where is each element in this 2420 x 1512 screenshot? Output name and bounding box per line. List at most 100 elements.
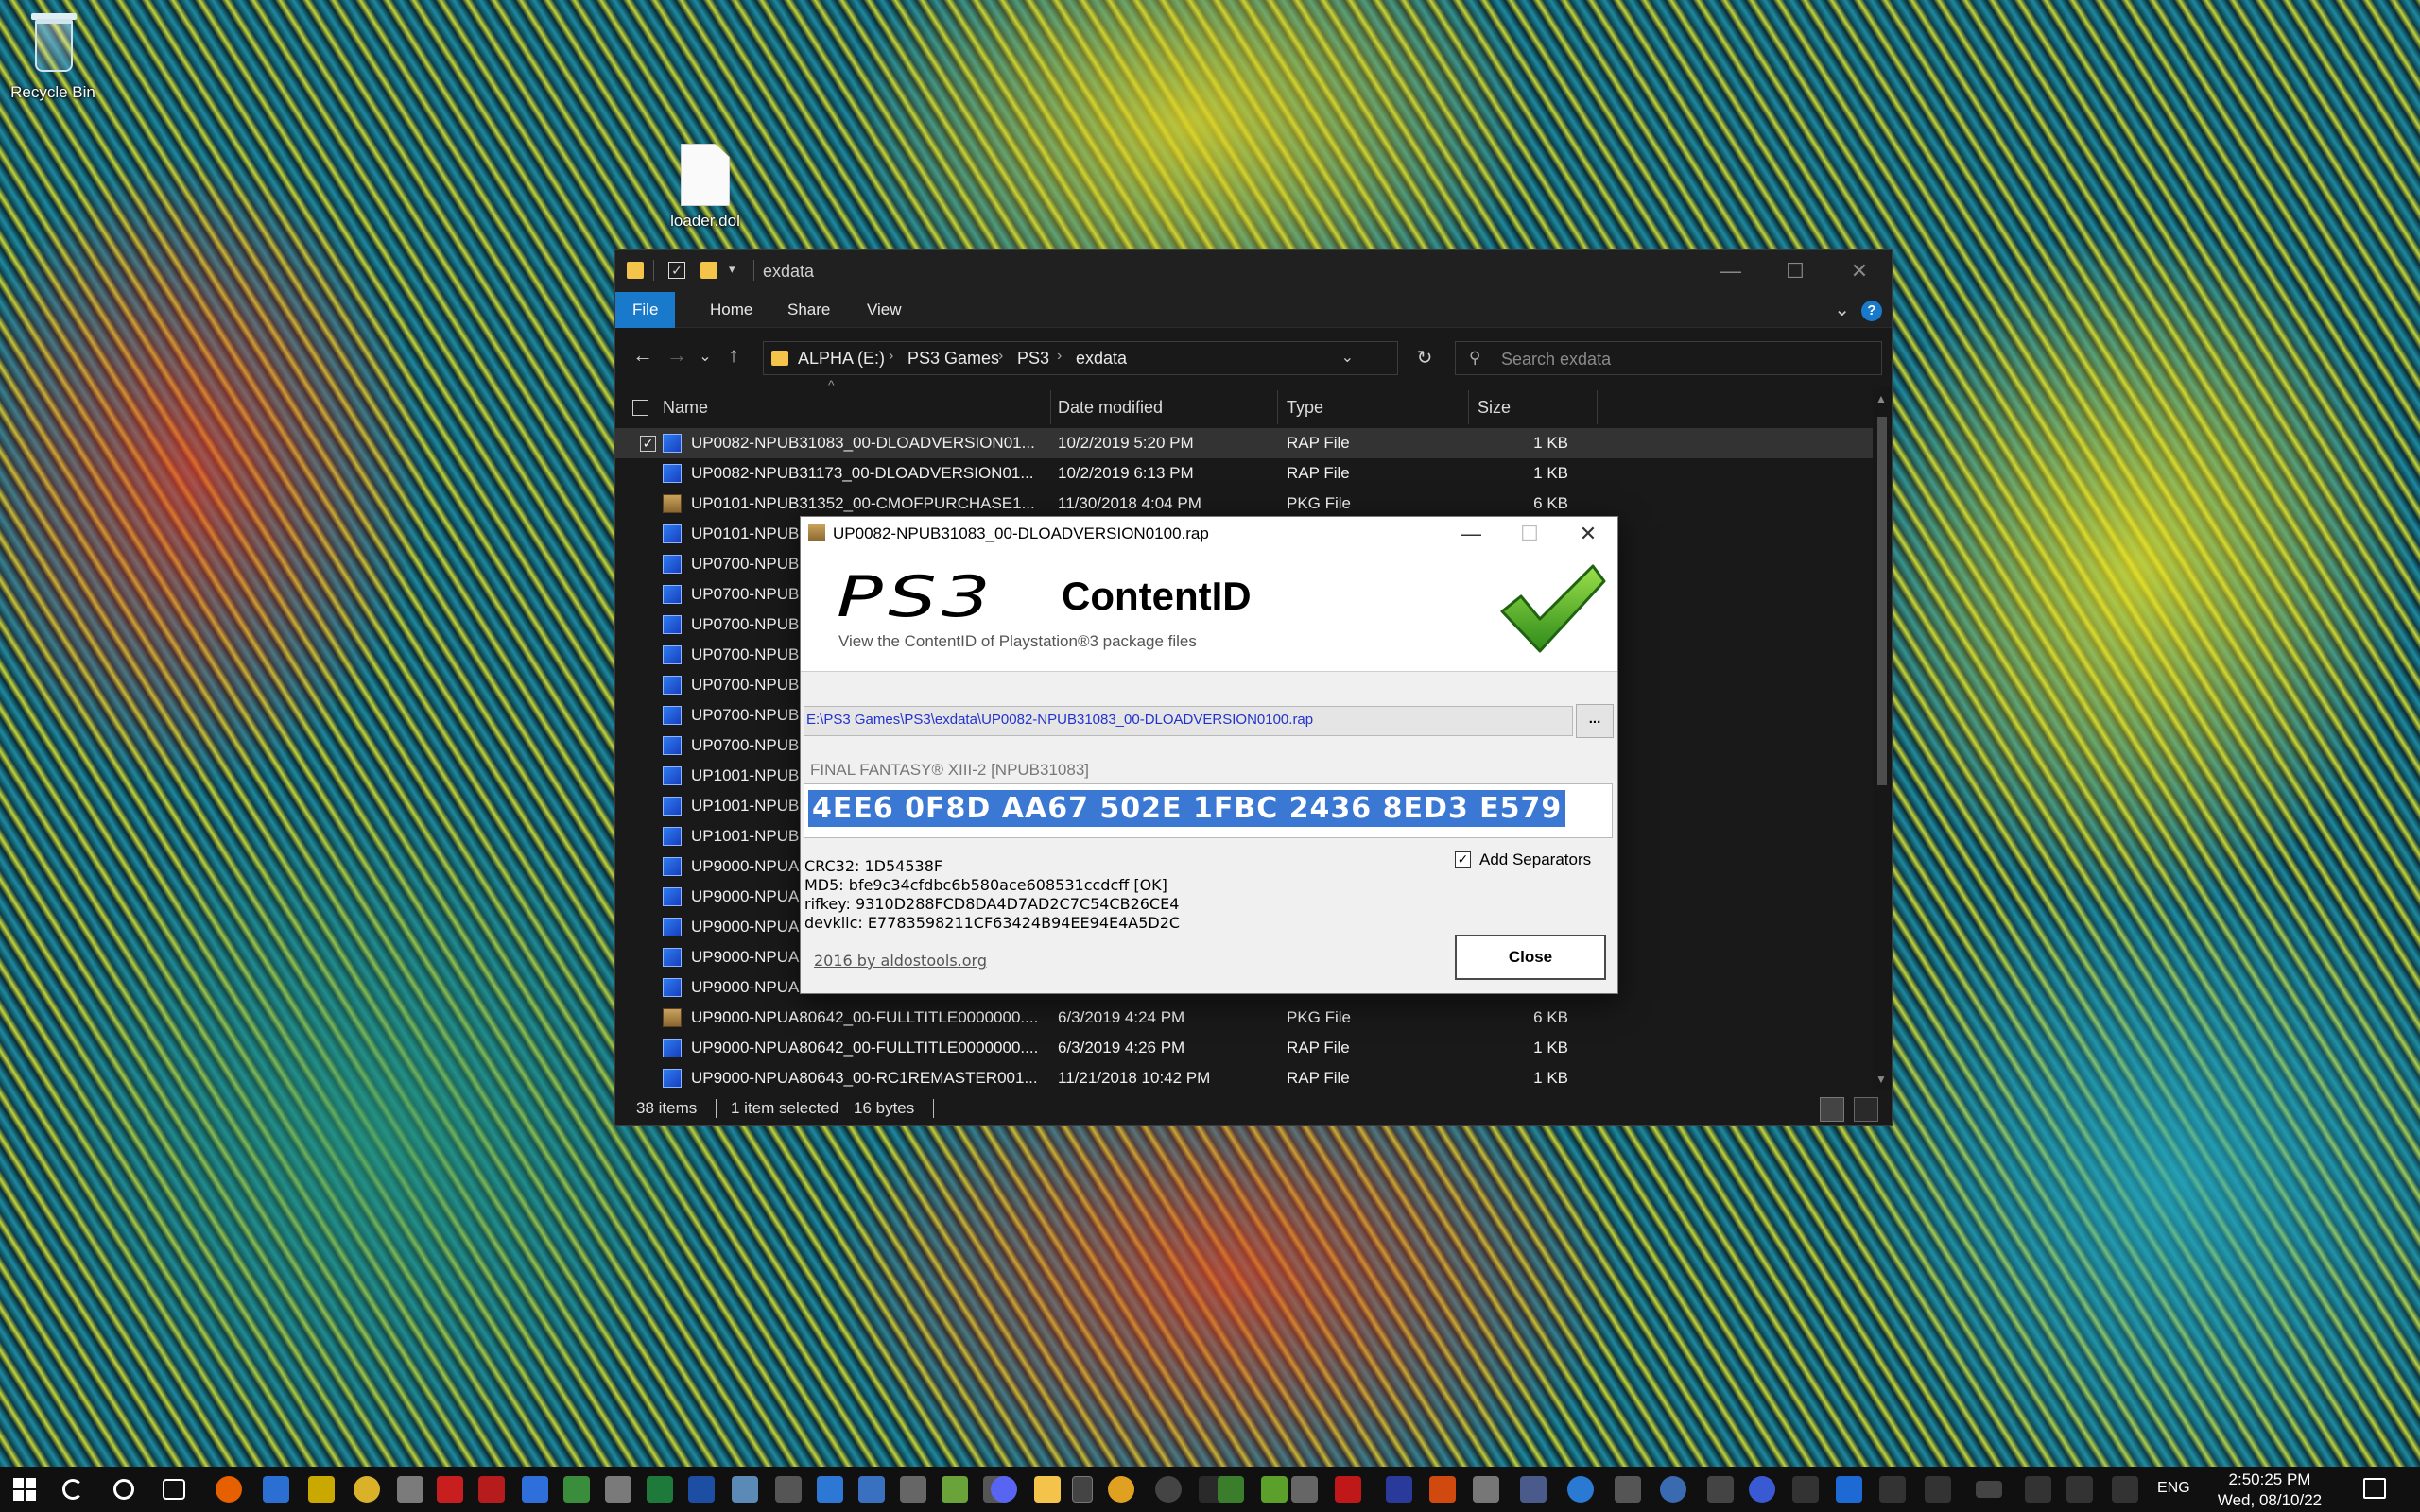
calculator-icon[interactable] [817, 1476, 843, 1503]
row-checkbox[interactable] [640, 557, 656, 573]
close-window-button[interactable]: ✕ [1559, 517, 1617, 551]
maximize-button[interactable]: ☐ [1763, 250, 1827, 292]
app-icon[interactable] [1429, 1476, 1456, 1503]
row-checkbox[interactable] [640, 678, 656, 694]
row-checkbox[interactable] [640, 496, 656, 512]
cortana-icon[interactable] [113, 1479, 134, 1500]
add-separators-checkbox[interactable]: ✓ [1455, 851, 1471, 868]
breadcrumb-ps3[interactable]: PS3 [1017, 349, 1049, 369]
column-date-modified[interactable]: Date modified [1058, 387, 1163, 428]
file-row[interactable]: UP0082-NPUB31173_00-DLOADVERSION01... 10/… [615, 458, 1875, 489]
large-icons-view-icon[interactable] [1854, 1097, 1878, 1122]
app-icon[interactable] [858, 1476, 885, 1503]
app-icon[interactable] [1925, 1476, 1951, 1503]
vertical-scrollbar[interactable]: ▲ ▼ [1873, 387, 1892, 1090]
app-icon[interactable] [1615, 1476, 1641, 1503]
app-icon[interactable] [1155, 1476, 1182, 1503]
app-icon[interactable] [732, 1476, 758, 1503]
breadcrumb-drive[interactable]: ALPHA (E:) [798, 349, 885, 369]
file-row[interactable]: UP9000-NPUA80643_00-RC1REMASTER001... 11/… [615, 1063, 1875, 1090]
notification-icon[interactable] [2363, 1478, 2386, 1499]
app-icon[interactable] [1335, 1476, 1361, 1503]
row-checkbox[interactable] [640, 859, 656, 875]
close-button[interactable]: Close [1455, 935, 1606, 980]
row-checkbox[interactable] [640, 1040, 656, 1057]
clock-date[interactable]: Wed, 08/10/22 [2208, 1491, 2331, 1510]
app-icon[interactable] [605, 1476, 631, 1503]
expand-ribbon-icon[interactable]: ⌄ [1834, 298, 1850, 321]
column-type[interactable]: Type [1287, 387, 1323, 428]
row-checkbox[interactable] [640, 1010, 656, 1026]
file-row[interactable]: UP9000-NPUA80642_00-FULLTITLE0000000....… [615, 1003, 1875, 1033]
file-explorer-icon[interactable] [1034, 1476, 1061, 1503]
key-value[interactable]: 4EE6 0F8D AA67 502E 1FBC 2436 8ED3 E579 [808, 790, 1566, 827]
up-arrow-icon[interactable]: ↑ [719, 343, 748, 368]
loader-file-desktop-icon[interactable]: loader.dol [658, 144, 752, 231]
key-field[interactable]: 4EE6 0F8D AA67 502E 1FBC 2436 8ED3 E579 [804, 783, 1613, 838]
row-checkbox[interactable] [640, 466, 656, 482]
row-checkbox[interactable] [640, 829, 656, 845]
tab-home[interactable]: Home [693, 292, 769, 328]
help-icon[interactable]: ? [1861, 301, 1882, 321]
app-icon[interactable] [1520, 1476, 1547, 1503]
browse-button[interactable]: ... [1576, 704, 1614, 738]
app-icon[interactable] [1473, 1476, 1499, 1503]
app-icon[interactable] [1261, 1476, 1288, 1503]
close-window-button[interactable]: ✕ [1827, 250, 1892, 292]
chevron-up-icon[interactable] [1072, 1476, 1093, 1503]
column-size[interactable]: Size [1478, 387, 1511, 428]
app-icon[interactable] [354, 1476, 380, 1503]
keyboard-icon[interactable] [775, 1476, 802, 1503]
properties-icon[interactable]: ✓ [668, 262, 685, 279]
mail-icon[interactable] [263, 1476, 289, 1503]
app-icon[interactable] [647, 1476, 673, 1503]
scroll-up-icon[interactable]: ▲ [1876, 392, 1887, 405]
row-checkbox[interactable] [640, 617, 656, 633]
row-checkbox[interactable] [640, 587, 656, 603]
power-icon[interactable] [2112, 1476, 2138, 1503]
forward-arrow-icon[interactable]: → [663, 343, 691, 368]
file-row[interactable]: UP9000-NPUA80642_00-FULLTITLE0000000....… [615, 1033, 1875, 1063]
row-checkbox[interactable] [640, 889, 656, 905]
row-checkbox[interactable] [640, 708, 656, 724]
weather-icon[interactable] [1108, 1476, 1134, 1503]
row-checkbox[interactable]: ✓ [640, 436, 656, 452]
app-icon[interactable] [563, 1476, 590, 1503]
select-all-checkbox[interactable] [632, 400, 648, 416]
app-icon[interactable] [397, 1476, 424, 1503]
add-separators-label[interactable]: Add Separators [1479, 850, 1591, 869]
row-checkbox[interactable] [640, 647, 656, 663]
details-view-icon[interactable] [1820, 1097, 1844, 1122]
breadcrumb-ps3-games[interactable]: PS3 Games [908, 349, 999, 369]
refresh-icon[interactable]: ↻ [1408, 341, 1442, 375]
battery-icon[interactable] [1976, 1481, 2002, 1498]
recycle-bin-desktop-icon[interactable]: Recycle Bin [6, 8, 100, 102]
photoshop-icon[interactable] [688, 1476, 715, 1503]
new-folder-icon[interactable] [700, 262, 717, 279]
file-row[interactable]: ✓ UP0082-NPUB31083_00-DLOADVERSION01... 10… [615, 428, 1875, 458]
address-bar[interactable]: ALPHA (E:) › PS3 Games › PS3 › exdata ⌄ [763, 341, 1398, 375]
search-icon[interactable] [62, 1479, 83, 1500]
scrollbar-thumb[interactable] [1877, 417, 1887, 785]
qbittorrent-icon[interactable] [1749, 1476, 1775, 1503]
row-checkbox[interactable] [640, 526, 656, 542]
clock-time[interactable]: 2:50:25 PM [2208, 1470, 2331, 1489]
tab-share[interactable]: Share [770, 292, 847, 328]
row-checkbox[interactable] [640, 799, 656, 815]
back-arrow-icon[interactable]: ← [629, 343, 657, 368]
app-icon[interactable] [1218, 1476, 1244, 1503]
language-indicator[interactable]: ENG [2157, 1480, 2190, 1497]
app-icon[interactable] [1386, 1476, 1412, 1503]
tab-view[interactable]: View [850, 292, 919, 328]
row-checkbox[interactable] [640, 950, 656, 966]
row-checkbox[interactable] [640, 738, 656, 754]
row-checkbox[interactable] [640, 980, 656, 996]
column-name[interactable]: Name [663, 387, 708, 428]
search-input[interactable]: ⚲ Search exdata [1455, 341, 1882, 375]
chevron-down-icon[interactable]: ⌄ [1341, 348, 1354, 367]
filezilla-icon[interactable] [478, 1476, 505, 1503]
minimize-button[interactable]: — [1442, 517, 1500, 551]
app-icon[interactable] [1707, 1476, 1734, 1503]
app-icon[interactable] [900, 1476, 926, 1503]
file-path-field[interactable]: E:\PS3 Games\PS3\exdata\UP0082-NPUB31083… [804, 706, 1573, 736]
